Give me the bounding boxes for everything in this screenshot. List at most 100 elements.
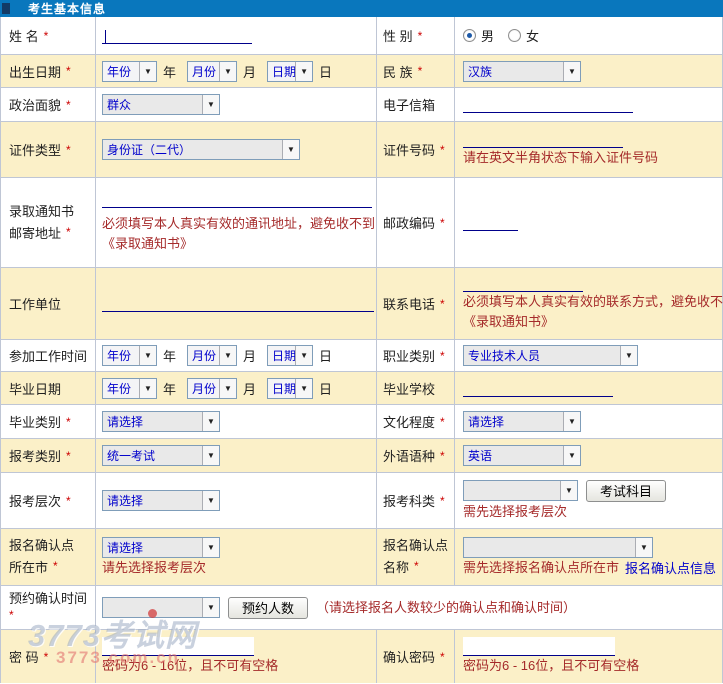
work-start-date-label-cell: 参加工作时间 xyxy=(1,340,96,371)
postal-code-label: 邮政编码 xyxy=(383,213,435,232)
confirmation-point-select[interactable]: ▼ xyxy=(463,537,653,558)
email-field-cell xyxy=(455,88,722,121)
work-unit-label-cell: 工作单位 xyxy=(1,268,96,339)
dropdown-arrow-icon: ▼ xyxy=(560,481,577,500)
required-mark: * xyxy=(440,650,445,664)
dropdown-arrow-icon: ▼ xyxy=(295,379,312,398)
confirmation-point-label-cell: 报名确认点 名称* xyxy=(377,529,455,585)
confirm-password-label: 确认密码 xyxy=(383,647,435,666)
graduation-school-field-cell xyxy=(455,372,722,404)
foreign-language-label: 外语语种 xyxy=(383,446,435,465)
mailing-address-label-line2: 邮寄地址 xyxy=(9,226,61,241)
exam-level-label: 报考层次 xyxy=(9,491,61,510)
graduation-year-select[interactable]: 年份▼ xyxy=(102,378,157,399)
contact-phone-input[interactable] xyxy=(463,275,583,292)
work-unit-label: 工作单位 xyxy=(9,294,61,313)
gender-female-radio[interactable]: 女 xyxy=(508,26,539,45)
birth-month-select[interactable]: 月份▼ xyxy=(187,61,237,82)
required-mark: * xyxy=(440,349,445,363)
exam-subject-class-select[interactable]: ▼ xyxy=(463,480,578,501)
appointment-count-button[interactable]: 预约人数 xyxy=(228,597,308,619)
exam-subjects-button[interactable]: 考试科目 xyxy=(586,480,666,502)
required-mark: * xyxy=(66,494,71,508)
password-note: 密码为6 - 16位，且不可有空格 xyxy=(102,656,278,676)
birth-date-field-cell: 年份▼ 年 月份▼ 月 日期▼ 日 xyxy=(96,55,377,87)
password-input[interactable] xyxy=(102,637,254,656)
exam-level-select[interactable]: 请选择▼ xyxy=(102,490,220,511)
confirmation-point-field-cell: ▼ 需先选择报名确认点所在市 报名确认点信息 xyxy=(455,529,722,585)
form-row: 政治面貌* 群众▼ 电子信箱 xyxy=(1,88,722,122)
dropdown-arrow-icon: ▼ xyxy=(202,598,219,617)
occupation-select[interactable]: 专业技术人员▼ xyxy=(463,345,638,366)
dropdown-arrow-icon: ▼ xyxy=(202,446,219,465)
dropdown-arrow-icon: ▼ xyxy=(202,538,219,557)
postal-code-input[interactable] xyxy=(463,214,518,231)
dropdown-arrow-icon: ▼ xyxy=(139,62,156,81)
education-level-select[interactable]: 请选择▼ xyxy=(463,411,581,432)
id-number-input[interactable] xyxy=(463,131,623,148)
confirm-password-input[interactable] xyxy=(463,637,615,656)
form-row: 报名确认点 所在市* 请选择▼ 请先选择报考层次 报名确认点 名称* ▼ 需先选… xyxy=(1,529,722,586)
work-start-day-select[interactable]: 日期▼ xyxy=(267,345,313,366)
id-type-select[interactable]: 身份证（二代）▼ xyxy=(102,139,300,160)
id-number-label: 证件号码 xyxy=(383,140,435,159)
required-mark: * xyxy=(66,98,71,112)
confirmation-point-info-link[interactable]: 报名确认点信息 xyxy=(625,558,716,577)
dropdown-arrow-icon: ▼ xyxy=(635,538,652,557)
gender-label-cell: 性 别* xyxy=(377,17,455,54)
month-unit: 月 xyxy=(243,346,256,365)
ethnicity-select[interactable]: 汉族▼ xyxy=(463,61,581,82)
political-status-select[interactable]: 群众▼ xyxy=(102,94,220,115)
form-row: 预约确认时间 * ▼ 预约人数 （请选择报名人数较少的确认点和确认时间） xyxy=(1,586,722,630)
section-title: 考生基本信息 xyxy=(28,0,106,17)
birth-day-select[interactable]: 日期▼ xyxy=(267,61,313,82)
dropdown-arrow-icon: ▼ xyxy=(139,379,156,398)
graduation-month-select[interactable]: 月份▼ xyxy=(187,378,237,399)
required-mark: * xyxy=(66,449,71,463)
exam-level-label-cell: 报考层次 * xyxy=(1,473,96,528)
education-level-label-cell: 文化程度* xyxy=(377,405,455,438)
email-input[interactable] xyxy=(463,96,633,113)
graduation-school-input[interactable] xyxy=(463,380,613,397)
required-mark: * xyxy=(66,64,71,78)
work-start-year-select[interactable]: 年份▼ xyxy=(102,345,157,366)
form-row: 报考层次* 请选择▼ 报考科类* ▼ 考试科目 需先选择报考层次 xyxy=(1,473,722,529)
exam-category-select[interactable]: 统一考试▼ xyxy=(102,445,220,466)
required-mark: * xyxy=(414,559,419,573)
graduation-day-select[interactable]: 日期▼ xyxy=(267,378,313,399)
graduation-category-select[interactable]: 请选择▼ xyxy=(102,411,220,432)
birth-year-select[interactable]: 年份▼ xyxy=(102,61,157,82)
contact-phone-label-cell: 联系电话* xyxy=(377,268,455,339)
name-input[interactable] xyxy=(102,27,252,44)
work-start-month-select[interactable]: 月份▼ xyxy=(187,345,237,366)
confirmation-city-label-line1: 报名确认点 xyxy=(9,538,74,553)
dropdown-arrow-icon: ▼ xyxy=(563,62,580,81)
ethnicity-label: 民 族 xyxy=(383,62,413,81)
required-mark: * xyxy=(9,608,14,622)
day-unit: 日 xyxy=(319,62,332,81)
name-field-cell xyxy=(96,17,377,54)
candidate-info-form: 姓 名* 性 别* 男 女 出生日期* xyxy=(0,17,723,683)
gender-label: 性 别 xyxy=(383,26,413,45)
mailing-address-input[interactable] xyxy=(102,191,372,208)
required-mark: * xyxy=(440,216,445,230)
graduation-date-label: 毕业日期 xyxy=(9,379,61,398)
foreign-language-select[interactable]: 英语▼ xyxy=(463,445,581,466)
exam-subject-class-label: 报考科类 xyxy=(383,491,435,510)
postal-code-field-cell xyxy=(455,178,722,267)
mailing-address-note-line2: 《录取通知书》 xyxy=(102,234,193,254)
confirmation-point-label-line1: 报名确认点 xyxy=(383,538,448,553)
form-row: 毕业日期 年份▼ 年 月份▼ 月 日期▼ 日 毕业学校 xyxy=(1,372,722,405)
confirmation-point-note: 需先选择报名确认点所在市 xyxy=(463,558,619,578)
confirmation-city-select[interactable]: 请选择▼ xyxy=(102,537,220,558)
foreign-language-label-cell: 外语语种* xyxy=(377,439,455,472)
text-caret xyxy=(105,30,106,43)
gender-male-radio[interactable]: 男 xyxy=(463,26,494,45)
appointment-time-select[interactable]: ▼ xyxy=(102,597,220,618)
occupation-label: 职业类别 xyxy=(383,346,435,365)
work-start-date-label: 参加工作时间 xyxy=(9,346,87,365)
mailing-address-label-cell: 录取通知书 邮寄地址* xyxy=(1,178,96,267)
radio-checked-icon xyxy=(463,29,476,42)
gender-male-label: 男 xyxy=(481,26,494,45)
work-unit-input[interactable] xyxy=(102,295,374,312)
